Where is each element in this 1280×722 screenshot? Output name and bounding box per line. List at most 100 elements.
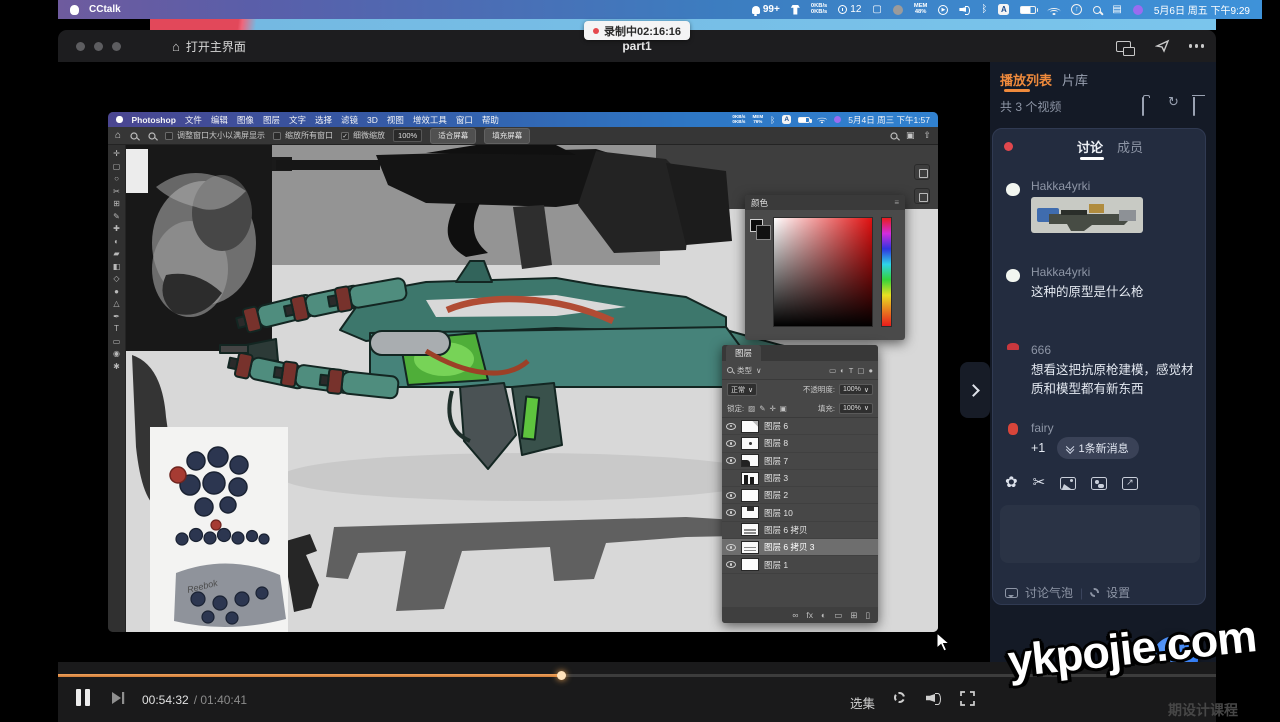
filter-type-icon[interactable]: T [849,366,854,375]
ps-apple-logo-icon[interactable] [116,116,123,124]
delete-layer-icon[interactable]: ▯ [865,610,870,621]
volume-icon[interactable] [959,5,970,15]
visibility-empty[interactable] [726,475,736,482]
visibility-eye-icon[interactable] [726,423,736,430]
share-bubble-icon[interactable] [1122,477,1138,490]
ps-menu-window[interactable]: 窗口 [456,114,473,126]
lock-all-icon[interactable]: ▣ [780,404,787,413]
ps-search-icon[interactable] [890,132,897,139]
layer-row[interactable]: 图层 3 [722,470,878,487]
ps-option-scrubby-zoom[interactable]: ✓细微缩放 [341,130,385,141]
tab-discussion[interactable]: 讨论 [1077,137,1103,156]
lock-transparent-icon[interactable]: ▨ [748,404,755,413]
tank-top-icon[interactable] [791,5,800,15]
flower-emote-icon[interactable]: ✿ [1005,475,1018,491]
message-image[interactable] [1031,197,1143,233]
ps-tool-icon[interactable]: ▰ [110,249,124,258]
dropdown-icon[interactable]: ∨ [756,366,762,375]
more-options-icon[interactable] [1195,44,1198,47]
ps-zoom-tool-icon[interactable] [130,132,137,139]
new-message-pill[interactable]: 1条新消息 [1057,437,1139,459]
menubar-app-name[interactable]: CCtalk [89,4,121,15]
hue-slider[interactable] [881,217,892,327]
episodes-button[interactable]: 选集 [850,693,875,712]
filter-adjust-icon[interactable]: ◐ [840,366,845,375]
layer-row[interactable]: 图层 1 [722,556,878,573]
chat-input[interactable] [1000,505,1200,563]
ps-menu-help[interactable]: 帮助 [482,114,499,126]
wifi-icon[interactable] [1047,5,1060,15]
settings-toggle[interactable]: 设置 [1106,584,1130,601]
expand-panel-button[interactable] [960,362,990,418]
layer-thumbnail[interactable] [741,506,759,519]
layer-thumbnail[interactable] [741,523,759,536]
fill-select[interactable]: 100%∨ [839,403,873,414]
bubble-toggle[interactable]: 讨论气泡 [1025,584,1073,601]
bluetooth-icon[interactable]: ᛒ [981,5,987,15]
layer-row[interactable]: 图层 6 拷贝 [722,522,878,539]
ps-workspace-icon[interactable]: ▣ [906,130,915,141]
ps-menu-filter[interactable]: 滤镜 [341,114,358,126]
blend-mode-select[interactable]: 正常∨ [727,383,757,396]
ps-menu-select[interactable]: 选择 [315,114,332,126]
pause-button[interactable] [76,689,81,706]
ps-tool-icon[interactable]: ✂ [110,187,124,196]
loop-icon[interactable]: ↻ [1168,95,1179,108]
layer-row[interactable]: 图层 7 [722,453,878,470]
player-volume-icon[interactable] [926,691,941,705]
link-layers-icon[interactable]: ∞ [792,610,798,620]
visibility-eye-icon[interactable] [726,457,736,464]
maximize-button[interactable] [112,42,121,51]
visibility-eye-icon[interactable] [726,561,736,568]
lock-pixels-icon[interactable]: ✎ [759,404,765,413]
ps-menu-3d[interactable]: 3D [367,115,378,125]
player-settings-icon[interactable] [894,692,905,703]
spotlight-search-icon[interactable] [1093,6,1101,14]
adjustment-icon[interactable]: ◐ [821,610,826,620]
raycast-icon[interactable] [1133,5,1143,15]
ps-menu-layer[interactable]: 图层 [263,114,280,126]
ps-option-zoom-all[interactable]: 缩放所有窗口 [273,130,333,141]
ps-tool-icon[interactable]: T [110,324,124,333]
ps-tool-icon[interactable]: ✎ [110,212,124,221]
memory-indicator[interactable]: MEM48% [914,4,928,16]
layer-thumbnail[interactable] [741,541,759,554]
visibility-empty[interactable] [726,526,736,533]
ps-tool-icon[interactable]: ✒ [110,312,124,321]
layers-tab[interactable]: 图层 [726,345,761,361]
ps-menu-edit[interactable]: 编辑 [211,114,228,126]
notification-bell[interactable]: 99+ [752,4,780,15]
ps-menu-file[interactable]: 文件 [185,114,202,126]
layer-fx-icon[interactable]: fx [806,610,813,620]
collapsed-panel-icon[interactable] [914,164,930,180]
ps-tool-icon[interactable]: ✱ [110,362,124,371]
trash-icon[interactable] [1193,97,1195,116]
visibility-eye-icon[interactable] [726,509,736,516]
tab-members[interactable]: 成员 [1117,137,1143,156]
window-manager-icon[interactable]: ▢ [872,5,881,15]
foreground-color-swatch[interactable] [750,219,763,232]
ps-tool-icon[interactable]: △ [110,299,124,308]
layer-thumbnail[interactable] [741,420,759,433]
input-method-icon[interactable]: A [998,4,1009,15]
apple-logo-icon[interactable] [70,5,79,15]
layer-mask-icon[interactable]: ▭ [834,610,842,621]
layers-filter-label[interactable]: 类型 [737,365,752,376]
ps-tool-icon[interactable]: ◧ [110,262,124,271]
layer-thumbnail[interactable] [741,489,759,502]
layer-thumbnail[interactable] [741,437,759,450]
new-layer-icon[interactable]: ⊞ [850,610,857,621]
folder-icon[interactable] [1142,97,1144,116]
progress-knob[interactable] [557,671,566,680]
ps-home-icon[interactable]: ⌂ [115,130,121,141]
saturation-picker[interactable] [773,217,873,327]
filter-smart-icon[interactable]: ● [868,366,873,375]
ps-menu-view[interactable]: 视图 [387,114,404,126]
filter-shape-icon[interactable]: ▢ [857,366,864,375]
next-episode-button[interactable] [110,691,126,705]
ps-fill-screen-button[interactable]: 填充屏幕 [484,128,530,144]
ps-tool-icon[interactable]: ○ [110,174,124,183]
ps-option-resize-window[interactable]: 调整窗口大小以满屏显示 [165,130,265,141]
ps-share-icon[interactable]: ⇧ [923,130,931,141]
share-icon[interactable] [1155,39,1171,53]
